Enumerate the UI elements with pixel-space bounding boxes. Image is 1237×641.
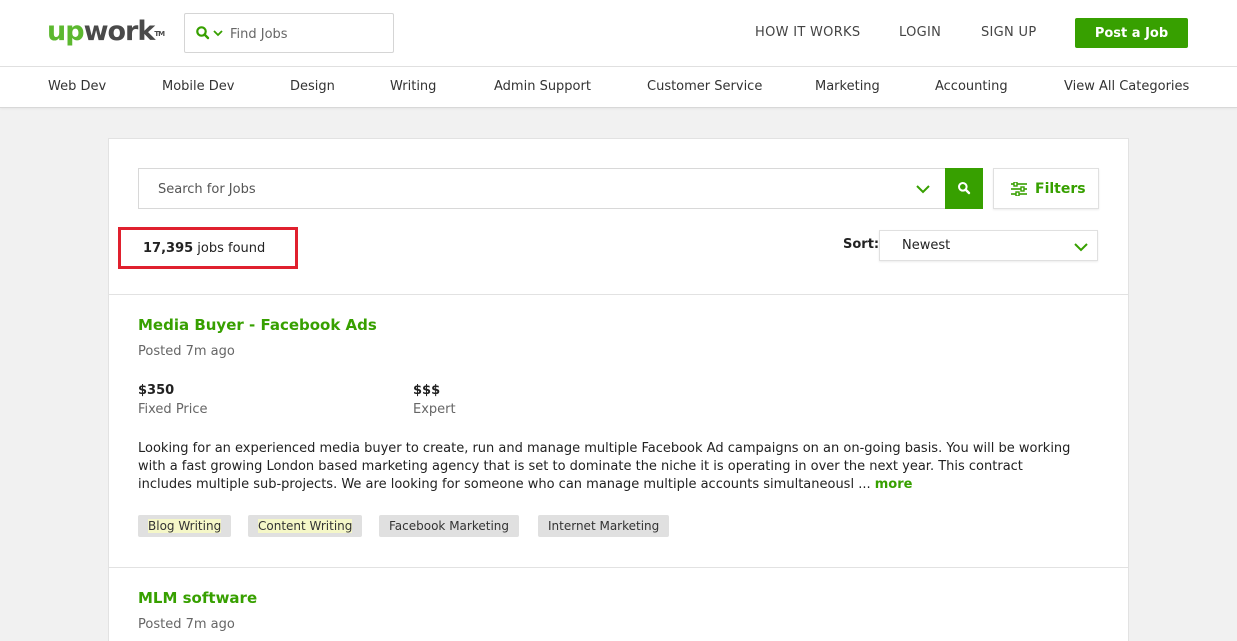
logo-up: up <box>47 16 85 47</box>
sliders-icon <box>1011 182 1027 196</box>
upwork-logo[interactable]: upworkTM <box>47 16 165 48</box>
nav-login[interactable]: LOGIN <box>899 25 941 41</box>
filters-label: Filters <box>1035 181 1086 197</box>
job-description: Looking for an experienced media buyer t… <box>138 440 1073 494</box>
top-header: upworkTM HOW IT WORKS LOGIN SIGN UP Post… <box>0 0 1237 67</box>
jobs-count-suffix: jobs found <box>193 241 266 256</box>
skill-tag[interactable]: Facebook Marketing <box>379 515 520 537</box>
category-marketing[interactable]: Marketing <box>815 79 880 95</box>
job-level: Expert <box>413 402 456 417</box>
find-jobs-input[interactable] <box>230 23 385 45</box>
category-accounting[interactable]: Accounting <box>935 79 1008 95</box>
job-search-button[interactable] <box>945 168 983 209</box>
category-bar: Web Dev Mobile Dev Design Writing Admin … <box>0 67 1237 108</box>
jobs-found-highlight: 17,395 jobs found <box>118 227 298 269</box>
job-price-type: Fixed Price <box>138 402 208 417</box>
category-web-dev[interactable]: Web Dev <box>48 79 106 95</box>
search-icon <box>196 26 210 40</box>
category-writing[interactable]: Writing <box>390 79 436 95</box>
category-customer-service[interactable]: Customer Service <box>647 79 762 95</box>
job-posted-time: Posted 7m ago <box>138 617 235 632</box>
filters-button[interactable]: Filters <box>993 168 1099 209</box>
job-level-symbol: $$$ <box>413 383 441 398</box>
category-admin-support[interactable]: Admin Support <box>494 79 591 95</box>
nav-how-it-works[interactable]: HOW IT WORKS <box>755 25 860 41</box>
skill-tag[interactable]: Internet Marketing <box>538 515 670 537</box>
chevron-down-icon[interactable] <box>916 183 930 195</box>
category-view-all[interactable]: View All Categories <box>1064 79 1189 95</box>
job-search-input[interactable] <box>158 179 858 199</box>
job-description-text: Looking for an experienced media buyer t… <box>138 441 1071 492</box>
jobs-found-text: 17,395 jobs found <box>143 241 265 256</box>
search-icon <box>958 182 971 195</box>
sort-label: Sort: <box>843 237 880 252</box>
job-search-box[interactable] <box>138 168 946 209</box>
sort-select[interactable]: Newest <box>879 230 1098 261</box>
sort-value: Newest <box>902 238 951 253</box>
chevron-down-icon[interactable] <box>212 27 224 39</box>
skill-tag-label: Content Writing <box>258 519 353 533</box>
logo-work: work <box>83 16 156 47</box>
post-a-job-button[interactable]: Post a Job <box>1075 18 1188 48</box>
chevron-down-icon <box>1074 243 1088 252</box>
skill-tag[interactable]: Content Writing <box>248 515 363 537</box>
divider <box>109 294 1128 295</box>
divider <box>109 567 1128 568</box>
job-results-card: Filters 17,395 jobs found Sort: Newest M… <box>108 138 1129 641</box>
job-title-link[interactable]: Media Buyer - Facebook Ads <box>138 316 377 334</box>
logo-tm: TM <box>154 30 165 38</box>
job-title-link[interactable]: MLM software <box>138 589 257 607</box>
category-design[interactable]: Design <box>290 79 335 95</box>
jobs-count: 17,395 <box>143 241 194 256</box>
category-mobile-dev[interactable]: Mobile Dev <box>162 79 234 95</box>
find-jobs-search[interactable] <box>184 13 394 53</box>
job-posted-time: Posted 7m ago <box>138 344 235 359</box>
job-price: $350 <box>138 383 175 398</box>
nav-sign-up[interactable]: SIGN UP <box>981 25 1036 41</box>
skill-tag-label: Blog Writing <box>148 519 222 533</box>
skill-tag[interactable]: Blog Writing <box>138 515 232 537</box>
more-link[interactable]: more <box>875 477 913 492</box>
